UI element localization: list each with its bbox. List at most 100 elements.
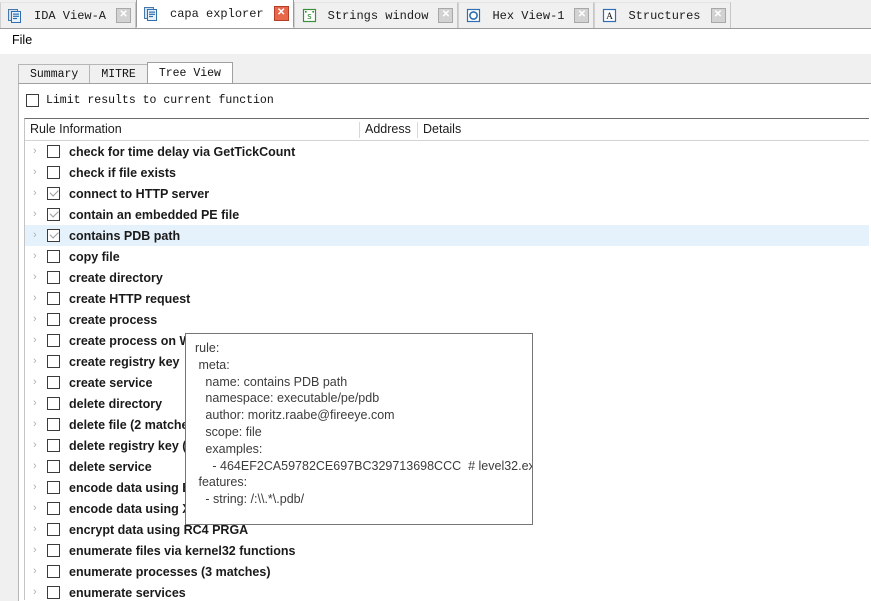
chevron-right-icon[interactable]: › — [33, 167, 47, 178]
rule-checkbox[interactable] — [47, 208, 60, 221]
chevron-right-icon[interactable]: › — [33, 545, 47, 556]
rule-name-label: copy file — [69, 250, 120, 264]
close-icon[interactable]: ✕ — [274, 6, 289, 21]
capa-subtab-bar: SummaryMITRETree View — [18, 63, 232, 83]
column-header-details[interactable]: Details — [423, 122, 461, 136]
rule-name-label: contain an embedded PE file — [69, 208, 239, 222]
rule-checkbox[interactable] — [47, 481, 60, 494]
chevron-right-icon[interactable]: › — [33, 503, 47, 514]
rule-checkbox[interactable] — [47, 250, 60, 263]
ida-tab-hex-view-1[interactable]: Hex View-1✕ — [458, 2, 594, 28]
ida-tab-label: capa explorer — [160, 7, 274, 21]
close-glyph: ✕ — [714, 10, 722, 20]
table-row[interactable]: › enumerate processes (3 matches) — [25, 561, 869, 582]
tab-mitre[interactable]: MITRE — [89, 64, 148, 83]
chevron-right-icon[interactable]: › — [33, 461, 47, 472]
chevron-right-icon[interactable]: › — [33, 146, 47, 157]
rule-checkbox[interactable] — [47, 229, 60, 242]
ida-tab-ida-view-a[interactable]: IDA View-A✕ — [0, 2, 136, 28]
ida-tab-label: Strings window — [318, 9, 439, 23]
rule-checkbox[interactable] — [47, 271, 60, 284]
table-row[interactable]: › enumerate files via kernel32 functions — [25, 540, 869, 561]
rule-name-label: delete file (2 matches) — [69, 418, 200, 432]
rule-checkbox[interactable] — [47, 166, 60, 179]
rule-checkbox[interactable] — [47, 376, 60, 389]
rule-name-label: contains PDB path — [69, 229, 180, 243]
close-glyph: ✕ — [442, 10, 450, 20]
close-icon[interactable]: ✕ — [116, 8, 131, 23]
chevron-right-icon[interactable]: › — [33, 251, 47, 262]
tab-tree-view[interactable]: Tree View — [147, 62, 233, 83]
chevron-right-icon[interactable]: › — [33, 314, 47, 325]
table-row[interactable]: ›create directory — [25, 267, 869, 288]
rule-checkbox[interactable] — [47, 460, 60, 473]
chevron-right-icon[interactable]: › — [33, 209, 47, 220]
rule-name-label: check if file exists — [69, 166, 176, 180]
chevron-right-icon[interactable]: › — [33, 587, 47, 598]
close-glyph: ✕ — [119, 10, 127, 20]
rule-checkbox[interactable] — [47, 313, 60, 326]
close-icon[interactable]: ✕ — [574, 8, 589, 23]
rule-name-label: create service — [69, 376, 152, 390]
table-row[interactable]: › contain an embedded PE file — [25, 204, 869, 225]
column-divider — [359, 122, 360, 138]
chevron-right-icon[interactable]: › — [33, 482, 47, 493]
rule-name-label: delete service — [69, 460, 152, 474]
rule-checkbox[interactable] — [47, 586, 60, 599]
table-row[interactable]: ›connect to HTTP server — [25, 183, 869, 204]
rule-name-label: create registry key — [69, 355, 180, 369]
hex-circle-icon — [465, 7, 482, 24]
rule-name-label: create process — [69, 313, 157, 327]
chevron-right-icon[interactable]: › — [33, 419, 47, 430]
tab-summary[interactable]: Summary — [18, 64, 90, 83]
chevron-right-icon[interactable]: › — [33, 272, 47, 283]
table-row[interactable]: › check if file exists — [25, 162, 869, 183]
close-icon[interactable]: ✕ — [438, 8, 453, 23]
chevron-right-icon[interactable]: › — [33, 566, 47, 577]
rule-checkbox[interactable] — [47, 565, 60, 578]
menu-item-file[interactable]: File — [12, 33, 32, 47]
table-row[interactable]: › create process — [25, 309, 869, 330]
chevron-right-icon[interactable]: › — [33, 293, 47, 304]
ida-tab-label: Hex View-1 — [482, 9, 574, 23]
document-blue-icon — [7, 7, 24, 24]
document-blue-icon — [143, 5, 160, 22]
chevron-right-icon[interactable]: › — [33, 356, 47, 367]
rule-checkbox[interactable] — [47, 523, 60, 536]
rule-checkbox[interactable] — [47, 418, 60, 431]
rule-checkbox[interactable] — [47, 502, 60, 515]
rule-checkbox[interactable] — [47, 544, 60, 557]
table-row[interactable]: ›create HTTP request — [25, 288, 869, 309]
table-row[interactable]: ›check for time delay via GetTickCount — [25, 141, 869, 162]
ida-tab-structures[interactable]: AStructures✕ — [594, 2, 730, 28]
rule-name-label: enumerate files via kernel32 functions — [69, 544, 295, 558]
rule-checkbox[interactable] — [47, 292, 60, 305]
rule-checkbox[interactable] — [47, 397, 60, 410]
rule-checkbox[interactable] — [47, 145, 60, 158]
ida-tab-strings-window[interactable]: s Strings window✕ — [294, 2, 459, 28]
chevron-right-icon[interactable]: › — [33, 188, 47, 199]
column-divider — [417, 122, 418, 138]
table-row[interactable]: › copy file — [25, 246, 869, 267]
strings-green-icon: s — [301, 7, 318, 24]
chevron-right-icon[interactable]: › — [33, 440, 47, 451]
close-icon[interactable]: ✕ — [711, 8, 726, 23]
table-row[interactable]: › contains PDB path — [25, 225, 869, 246]
rule-name-label: enumerate processes (3 matches) — [69, 565, 270, 579]
chevron-right-icon[interactable]: › — [33, 524, 47, 535]
chevron-right-icon[interactable]: › — [33, 377, 47, 388]
chevron-right-icon[interactable]: › — [33, 230, 47, 241]
chevron-right-icon[interactable]: › — [33, 398, 47, 409]
rule-checkbox[interactable] — [47, 187, 60, 200]
chevron-right-icon[interactable]: › — [33, 335, 47, 346]
limit-results-row[interactable]: Limit results to current function — [26, 94, 274, 107]
rule-checkbox[interactable] — [47, 355, 60, 368]
column-header-rule-information[interactable]: Rule Information — [30, 122, 122, 136]
limit-results-checkbox[interactable] — [26, 94, 39, 107]
table-row[interactable]: ›enumerate services — [25, 582, 869, 600]
rule-checkbox[interactable] — [47, 439, 60, 452]
rule-checkbox[interactable] — [47, 334, 60, 347]
column-header-address[interactable]: Address — [365, 122, 411, 136]
ida-tab-capa-explorer[interactable]: capa explorer✕ — [136, 0, 294, 28]
svg-text:s: s — [306, 12, 311, 22]
